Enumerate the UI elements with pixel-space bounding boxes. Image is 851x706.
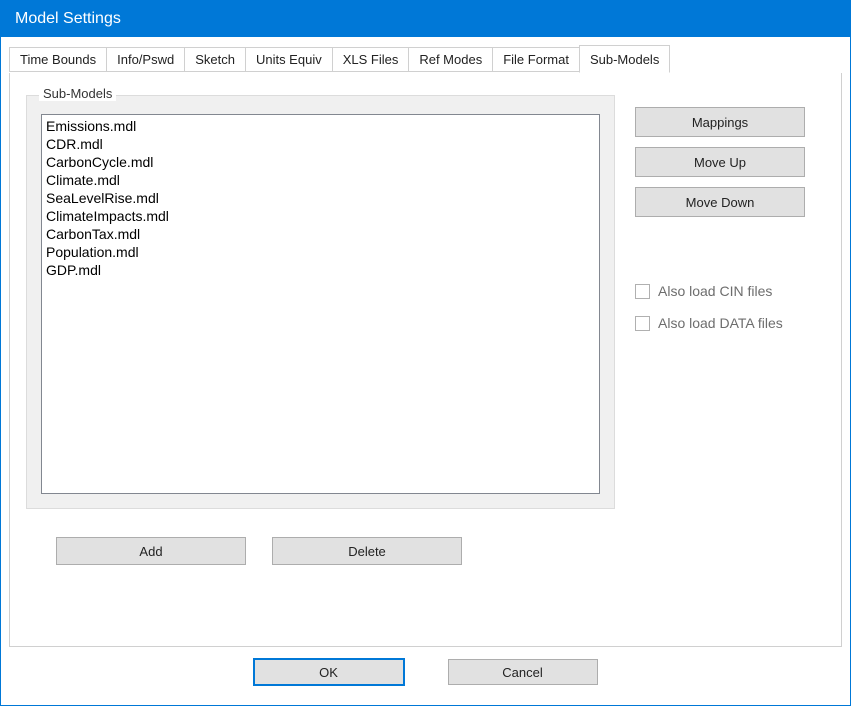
tab-sketch[interactable]: Sketch — [184, 47, 245, 72]
button-label: Move Down — [686, 195, 755, 210]
tab-label: Units Equiv — [256, 52, 322, 67]
tab-sub-models[interactable]: Sub-Models — [579, 45, 670, 73]
checkbox-label: Also load CIN files — [658, 283, 772, 299]
dialog-button-row: OK Cancel — [9, 647, 842, 685]
list-item[interactable]: Climate.mdl — [46, 171, 595, 189]
tab-label: XLS Files — [343, 52, 399, 67]
move-down-button[interactable]: Move Down — [635, 187, 805, 217]
tab-page-sub-models: Sub-Models Emissions.mdlCDR.mdlCarbonCyc… — [9, 72, 842, 647]
load-data-checkbox[interactable]: Also load DATA files — [635, 315, 825, 331]
fieldset-legend: Sub-Models — [39, 86, 116, 101]
tab-xls-files[interactable]: XLS Files — [332, 47, 409, 72]
submodels-fieldset: Sub-Models Emissions.mdlCDR.mdlCarbonCyc… — [26, 95, 615, 509]
move-up-button[interactable]: Move Up — [635, 147, 805, 177]
button-label: OK — [319, 665, 338, 680]
checkbox-label: Also load DATA files — [658, 315, 783, 331]
titlebar: Model Settings — [1, 1, 850, 37]
list-item[interactable]: ClimateImpacts.mdl — [46, 207, 595, 225]
button-label: Add — [139, 544, 162, 559]
right-panel: Mappings Move Up Move Down Also load CIN… — [635, 89, 825, 622]
tab-time-bounds[interactable]: Time Bounds — [9, 47, 106, 72]
tab-strip: Time Bounds Info/Pswd Sketch Units Equiv… — [9, 47, 842, 73]
tab-label: Time Bounds — [20, 52, 96, 67]
mappings-button[interactable]: Mappings — [635, 107, 805, 137]
checkbox-box-icon — [635, 316, 650, 331]
button-label: Cancel — [502, 665, 542, 680]
tab-label: File Format — [503, 52, 569, 67]
load-cin-checkbox[interactable]: Also load CIN files — [635, 283, 825, 299]
tab-units-equiv[interactable]: Units Equiv — [245, 47, 332, 72]
list-item[interactable]: CarbonTax.mdl — [46, 225, 595, 243]
list-item[interactable]: Population.mdl — [46, 243, 595, 261]
tab-label: Sketch — [195, 52, 235, 67]
checkbox-box-icon — [635, 284, 650, 299]
tab-ref-modes[interactable]: Ref Modes — [408, 47, 492, 72]
tab-label: Ref Modes — [419, 52, 482, 67]
delete-button[interactable]: Delete — [272, 537, 462, 565]
ok-button[interactable]: OK — [254, 659, 404, 685]
add-button[interactable]: Add — [56, 537, 246, 565]
submodels-listbox[interactable]: Emissions.mdlCDR.mdlCarbonCycle.mdlClima… — [41, 114, 600, 494]
tab-label: Sub-Models — [590, 52, 659, 67]
button-label: Mappings — [692, 115, 748, 130]
tab-info-pswd[interactable]: Info/Pswd — [106, 47, 184, 72]
list-item[interactable]: SeaLevelRise.mdl — [46, 189, 595, 207]
tab-file-format[interactable]: File Format — [492, 47, 579, 72]
dialog-content: Time Bounds Info/Pswd Sketch Units Equiv… — [1, 37, 850, 705]
button-label: Delete — [348, 544, 386, 559]
window-title: Model Settings — [15, 10, 121, 28]
list-item[interactable]: GDP.mdl — [46, 261, 595, 279]
tab-label: Info/Pswd — [117, 52, 174, 67]
list-item[interactable]: Emissions.mdl — [46, 117, 595, 135]
list-item[interactable]: CDR.mdl — [46, 135, 595, 153]
cancel-button[interactable]: Cancel — [448, 659, 598, 685]
button-label: Move Up — [694, 155, 746, 170]
list-item[interactable]: CarbonCycle.mdl — [46, 153, 595, 171]
